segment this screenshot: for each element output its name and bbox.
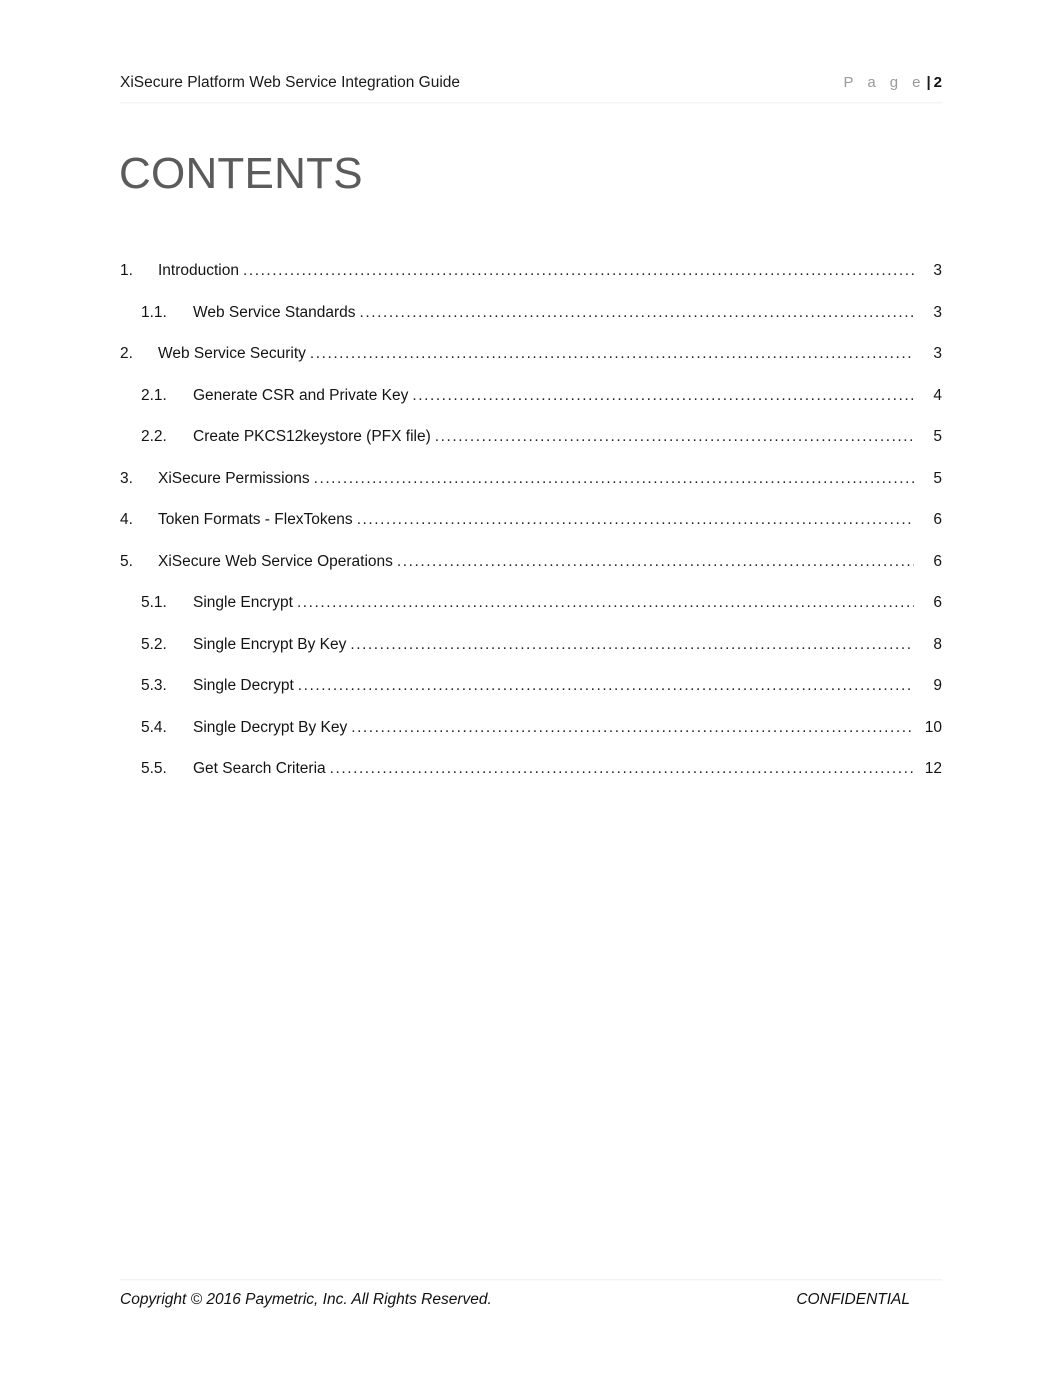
toc-entry-page-number: 6 (933, 552, 942, 570)
toc-entry-number: 2.1. (141, 386, 167, 404)
toc-entry-title: Web Service Standards (193, 303, 356, 321)
header-page-number: 2 (933, 74, 942, 91)
toc-dot-leader (412, 388, 914, 404)
toc-entry-page-number: 3 (933, 303, 942, 321)
toc-entry-page-number: 9 (933, 677, 942, 694)
toc-entry-page-number: 3 (933, 345, 942, 362)
page-footer: Copyright © 2016 Paymetric, Inc. All Rig… (120, 1291, 942, 1309)
toc-entry-title: Single Encrypt By Key (193, 635, 347, 653)
toc-entry-number: 3. (120, 469, 133, 487)
toc-entry-number: 5. (120, 552, 133, 570)
toc-entry[interactable]: 5.5. Get Search Criteria 12 (120, 760, 942, 802)
toc-entry[interactable]: 1. Introduction 3 (120, 262, 942, 304)
toc-entry-page-number: 8 (933, 635, 942, 653)
toc-entry-number: 4. (120, 511, 133, 528)
header-page-indicator: P a g e| 2 (844, 74, 942, 91)
toc-dot-leader (351, 720, 914, 736)
toc-entry-page-number: 5 (933, 469, 942, 487)
header-page-label: P a g e (843, 74, 926, 91)
document-page: XiSecure Platform Web Service Integratio… (0, 0, 1062, 1376)
toc-entry-number: 5.3. (141, 677, 167, 694)
toc-entry-number: 1.1. (141, 303, 167, 321)
toc-dot-leader (435, 429, 914, 445)
toc-entry-title: Generate CSR and Private Key (193, 386, 409, 404)
toc-entry[interactable]: 3. XiSecure Permissions 5 (120, 470, 942, 512)
toc-dot-leader (397, 554, 914, 570)
toc-entry[interactable]: 5. XiSecure Web Service Operations 6 (120, 553, 942, 595)
header-document-title: XiSecure Platform Web Service Integratio… (120, 74, 461, 91)
toc-entry-page-number: 3 (933, 262, 942, 279)
toc-entry-title: Token Formats - FlexTokens (158, 511, 353, 528)
footer-divider-rule (120, 1279, 942, 1281)
toc-entry-number: 2.2. (141, 428, 167, 445)
toc-dot-leader (297, 595, 914, 611)
toc-entry-number: 1. (120, 262, 133, 279)
toc-entry[interactable]: 5.2. Single Encrypt By Key 8 (120, 636, 942, 678)
toc-entry-page-number: 6 (933, 594, 942, 611)
toc-entry[interactable]: 2. Web Service Security 3 (120, 345, 942, 387)
toc-entry-title: Single Decrypt By Key (193, 718, 348, 736)
toc-dot-leader (360, 305, 914, 321)
toc-dot-leader (310, 346, 914, 362)
toc-entry-number: 5.4. (141, 718, 167, 736)
toc-entry-page-number: 5 (933, 428, 942, 445)
toc-entry-title: Create PKCS12keystore (PFX file) (193, 428, 431, 445)
toc-dot-leader (357, 512, 914, 528)
page-header: XiSecure Platform Web Service Integratio… (120, 74, 942, 92)
header-page-separator: | (926, 74, 931, 91)
toc-entry-title: Single Decrypt (193, 677, 294, 694)
header-divider-rule (120, 102, 942, 104)
toc-entry[interactable]: 5.1. Single Encrypt 6 (120, 594, 942, 636)
toc-dot-leader (298, 678, 914, 694)
toc-entry-number: 5.1. (141, 594, 167, 611)
toc-entry-page-number: 12 (924, 760, 942, 777)
footer-classification-label: CONFIDENTIAL (796, 1291, 910, 1308)
toc-dot-leader (314, 471, 914, 487)
toc-dot-leader (330, 761, 914, 777)
toc-dot-leader (243, 263, 914, 279)
toc-dot-leader (350, 637, 914, 653)
toc-entry-title: Introduction (158, 262, 239, 279)
toc-entry-title: Single Encrypt (193, 594, 293, 611)
toc-entry-page-number: 6 (933, 511, 942, 528)
toc-entry[interactable]: 2.1. Generate CSR and Private Key 4 (120, 387, 942, 429)
toc-entry[interactable]: 1.1. Web Service Standards 3 (120, 304, 942, 346)
table-of-contents: 1. Introduction 3 1.1. Web Service Standards… (120, 262, 942, 802)
toc-entry-title: Get Search Criteria (193, 760, 326, 777)
toc-entry[interactable]: 5.4. Single Decrypt By Key 10 (120, 719, 942, 761)
toc-entry-title: Web Service Security (158, 345, 306, 362)
toc-entry[interactable]: 2.2. Create PKCS12keystore (PFX file) 5 (120, 428, 942, 470)
toc-entry-number: 5.5. (141, 760, 167, 777)
toc-entry-page-number: 10 (924, 718, 942, 736)
toc-entry-title: XiSecure Web Service Operations (158, 552, 393, 570)
toc-entry-title: XiSecure Permissions (158, 469, 310, 487)
toc-entry-number: 2. (120, 345, 133, 362)
toc-entry[interactable]: 4. Token Formats - FlexTokens 6 (120, 511, 942, 553)
footer-copyright-text: Copyright © 2016 Paymetric, Inc. All Rig… (120, 1291, 492, 1308)
toc-entry-page-number: 4 (933, 386, 942, 404)
toc-entry-number: 5.2. (141, 635, 167, 653)
toc-entry[interactable]: 5.3. Single Decrypt 9 (120, 677, 942, 719)
page-title: CONTENTS (119, 149, 363, 199)
